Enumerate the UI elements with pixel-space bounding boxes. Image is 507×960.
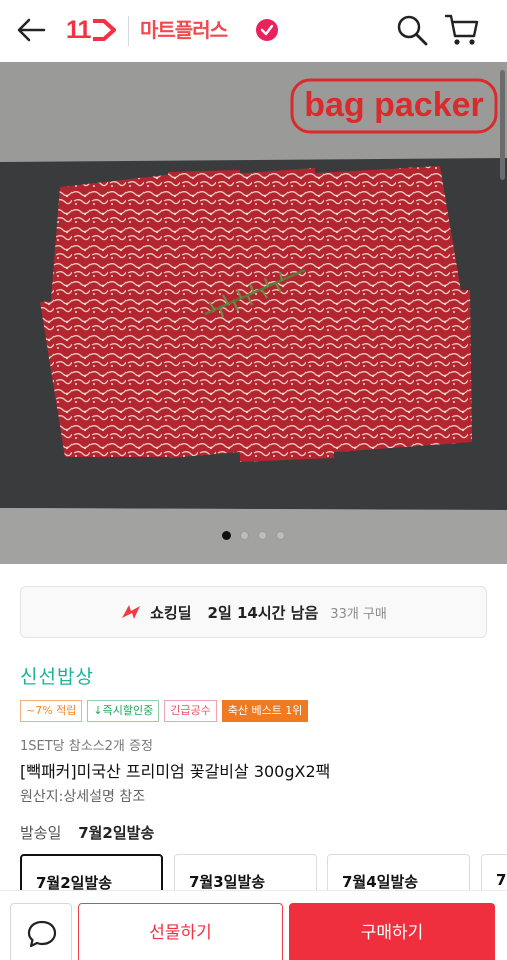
logo-text: 11 — [66, 15, 91, 44]
product-photo: bag packer — [0, 62, 507, 564]
top-header: 11 마트플러스 — [0, 0, 507, 62]
product-image[interactable]: bag packer — [0, 62, 507, 564]
tag-best: 축산 베스트 1위 — [221, 700, 309, 722]
deal-time-left: 2일 14시간 남음 — [207, 603, 319, 622]
back-arrow-icon[interactable] — [14, 14, 50, 46]
shipping-date: 발송일 7월2일발송 — [20, 822, 154, 843]
watermark-text: bag packer — [304, 86, 484, 124]
store-name[interactable]: 마트플러스 — [140, 15, 228, 45]
origin-text: 원산지:상세설명 참조 — [20, 789, 146, 805]
deal-label: 쇼킹딜 — [150, 603, 192, 622]
shocking-deal-icon — [122, 605, 141, 619]
shocking-deal-banner[interactable]: 쇼킹딜 2일 14시간 남음 33개 구매 — [20, 586, 487, 638]
chat-bubble-icon — [27, 920, 57, 948]
verified-check-icon — [256, 19, 278, 41]
carousel-indicator — [0, 531, 507, 540]
benefit-tags: ~7% 적립 ↓즉시할인중 긴급공수 축산 베스트 1위 — [20, 700, 309, 722]
carousel-dot[interactable] — [276, 531, 285, 540]
header-divider — [128, 16, 129, 46]
shipping-option[interactable]: 7 — [481, 854, 507, 894]
carousel-dot[interactable] — [240, 531, 249, 540]
search-icon[interactable] — [394, 12, 430, 48]
gift-button[interactable]: 선물하기 — [78, 903, 283, 960]
tag-instant-discount: ↓즉시할인중 — [87, 700, 160, 722]
shipping-value: 7월2일발송 — [78, 824, 155, 842]
shipping-options: 7월2일발송 7월3일발송 7월4일발송 7 — [20, 854, 507, 894]
scrollbar[interactable] — [500, 70, 505, 180]
shipping-option[interactable]: 7월4일발송 — [327, 854, 470, 894]
deal-sold-count: 33개 구매 — [330, 606, 387, 622]
tag-urgent: 긴급공수 — [164, 700, 217, 722]
chat-button[interactable] — [10, 903, 72, 960]
bottom-action-bar: 선물하기 구매하기 — [0, 890, 507, 960]
product-title: [빽패커]미국산 프리미엄 꽃갈비살 300gX2팩 — [20, 762, 331, 781]
cart-icon[interactable] — [443, 10, 481, 48]
buy-button[interactable]: 구매하기 — [289, 903, 495, 960]
site-logo[interactable]: 11 — [66, 15, 118, 45]
shipping-label: 발송일 — [20, 824, 62, 842]
shipping-option[interactable]: 7월3일발송 — [174, 854, 317, 894]
logo-mark-icon — [93, 19, 117, 41]
carousel-dot[interactable] — [222, 531, 231, 540]
shipping-option[interactable]: 7월2일발송 — [20, 854, 163, 894]
promo-text: 1SET당 참소스2개 증정 — [20, 739, 153, 754]
seller-name[interactable]: 신선밥상 — [20, 662, 94, 689]
tag-points: ~7% 적립 — [20, 700, 83, 722]
carousel-dot[interactable] — [258, 531, 267, 540]
